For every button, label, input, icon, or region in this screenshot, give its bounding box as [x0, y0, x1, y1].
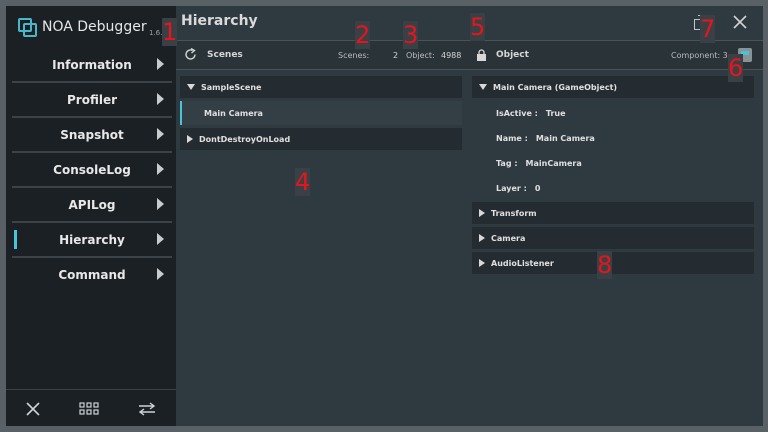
chevron-right-icon	[187, 135, 193, 143]
prop-layer: Layer : 0	[472, 176, 754, 201]
component-count: Component: 3	[671, 51, 728, 60]
sidebar-item-label: Hierarchy	[59, 232, 125, 247]
annotation-marker-2: 2	[355, 21, 371, 49]
inspector-panel: Main Camera (GameObject) IsActive : True…	[472, 76, 754, 277]
page-title: Hierarchy	[181, 13, 258, 29]
sidebar-item-profiler[interactable]: Profiler	[12, 83, 172, 118]
annotation-marker-6: 6	[728, 54, 744, 82]
sidebar-item-hierarchy[interactable]: Hierarchy	[12, 223, 172, 258]
hierarchy-tree: SampleScene Main Camera DontDestroyOnLoa…	[180, 76, 462, 153]
prop-tag: Tag : MainCamera	[472, 151, 754, 176]
scene-name: SampleScene	[201, 82, 262, 92]
chevron-right-icon	[157, 58, 164, 70]
scenes-count: 2	[393, 51, 399, 60]
prop-key: IsActive :	[496, 109, 538, 118]
component-transform[interactable]: Transform	[472, 202, 754, 224]
chevron-right-icon	[479, 209, 485, 217]
tree-scene-dontdestroyonload[interactable]: DontDestroyOnLoad	[180, 128, 462, 150]
prop-key: Tag :	[496, 159, 518, 168]
tree-item-main-camera[interactable]: Main Camera	[180, 101, 462, 125]
chevron-right-icon	[479, 234, 485, 242]
sidebar-item-consolelog[interactable]: ConsoleLog	[12, 153, 172, 188]
chevron-down-icon	[187, 84, 195, 90]
prop-name: Name : Main Camera	[472, 126, 754, 151]
swap-icon[interactable]	[137, 401, 157, 416]
sidebar-item-information[interactable]: Information	[12, 48, 172, 83]
hierarchy-toolbar: Scenes Scenes: 2 Object: 4988 Object Com…	[176, 40, 763, 70]
sidebar-item-command[interactable]: Command	[12, 258, 172, 291]
close-icon[interactable]	[732, 14, 748, 30]
sidebar-item-label: Snapshot	[60, 127, 124, 142]
prop-value: MainCamera	[525, 159, 582, 168]
sidebar: NOA Debugger 1.6.0 Information Profiler …	[6, 6, 176, 426]
prop-key: Name :	[496, 134, 528, 143]
object-count: 4988	[441, 51, 462, 60]
inspector-title: Main Camera (GameObject)	[493, 82, 618, 92]
chevron-down-icon	[479, 84, 487, 90]
grid-icon[interactable]	[79, 401, 99, 416]
chevron-right-icon	[157, 93, 164, 105]
sidebar-item-label: Profiler	[66, 92, 118, 107]
active-indicator	[14, 230, 17, 249]
component-name: Transform	[491, 208, 537, 218]
annotation-marker-7: 7	[700, 15, 716, 43]
annotation-marker-4: 4	[295, 168, 311, 196]
sidebar-item-label: Command	[58, 267, 126, 282]
tree-scene-samplescene[interactable]: SampleScene	[180, 76, 462, 98]
prop-value: 0	[534, 184, 541, 193]
sidebar-footer	[6, 389, 176, 426]
sidebar-item-label: APILog	[68, 197, 116, 212]
chevron-right-icon	[479, 259, 485, 267]
scenes-count-label: Scenes:	[338, 51, 370, 60]
prop-value: Main Camera	[535, 134, 595, 143]
sidebar-item-apilog[interactable]: APILog	[12, 188, 172, 223]
chevron-right-icon	[157, 163, 164, 175]
component-camera[interactable]: Camera	[472, 227, 754, 249]
sidebar-item-snapshot[interactable]: Snapshot	[12, 118, 172, 153]
chevron-right-icon	[157, 268, 164, 280]
annotation-marker-3: 3	[403, 21, 419, 49]
scenes-label: Scenes	[207, 50, 243, 60]
noa-logo-icon	[18, 18, 37, 37]
app-logo: NOA Debugger	[18, 16, 147, 38]
main-panel: Hierarchy Scenes Scenes: 2 Object: 4988 …	[176, 6, 763, 426]
sidebar-item-label: Information	[52, 57, 132, 72]
annotation-marker-5: 5	[470, 13, 486, 41]
scene-name: DontDestroyOnLoad	[199, 134, 291, 144]
object-label: Object	[496, 50, 529, 60]
refresh-icon[interactable]	[184, 48, 197, 61]
annotation-marker-1: 1	[162, 18, 178, 46]
chevron-right-icon	[157, 233, 164, 245]
component-name: AudioListener	[491, 258, 554, 268]
sidebar-item-label: ConsoleLog	[53, 162, 131, 177]
object-name: Main Camera	[204, 108, 263, 118]
object-count-label: Object:	[406, 51, 435, 60]
app-window: NOA Debugger 1.6.0 Information Profiler …	[6, 6, 763, 426]
lock-icon[interactable]	[476, 49, 487, 61]
annotation-marker-8: 8	[597, 251, 613, 279]
chevron-right-icon	[157, 198, 164, 210]
chevron-right-icon	[157, 128, 164, 140]
app-title: NOA Debugger	[42, 19, 147, 35]
inspector-header[interactable]: Main Camera (GameObject)	[472, 76, 754, 98]
component-audiolistener[interactable]: AudioListener	[472, 252, 754, 274]
component-name: Camera	[491, 233, 526, 243]
prop-value: True	[545, 109, 566, 118]
sidebar-nav: Information Profiler Snapshot ConsoleLog…	[12, 48, 172, 291]
selection-indicator	[180, 101, 182, 125]
close-icon[interactable]	[25, 401, 41, 417]
prop-isactive: IsActive : True	[472, 101, 754, 126]
prop-key: Layer :	[496, 184, 527, 193]
